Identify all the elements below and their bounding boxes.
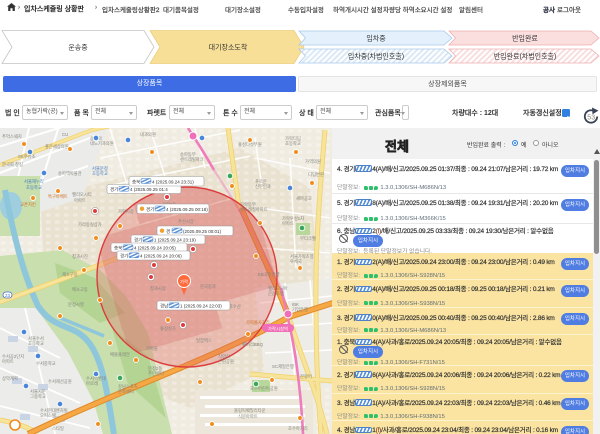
svg-text:초등학교: 초등학교 [92, 170, 108, 177]
svg-text:훼미리BBQ: 훼미리BBQ [242, 341, 264, 348]
svg-text:대기장소도착: 대기장소도착 [209, 43, 248, 52]
svg-text:수서중학교: 수서중학교 [36, 360, 56, 367]
svg-text:스타일: 스타일 [52, 425, 64, 432]
svg-text:헬리오시티: 헬리오시티 [72, 191, 92, 198]
svg-text:주민센터: 주민센터 [148, 370, 164, 377]
svg-text:4 (2025.09.24 23:31): 4 (2025.09.24 23:31) [152, 180, 194, 185]
svg-text:그용학교: 그용학교 [30, 393, 46, 400]
svg-text:홍정싱가: 홍정싱가 [160, 325, 176, 332]
svg-text:교촌치킨: 교촌치킨 [20, 201, 36, 208]
svg-text:CU: CU [62, 132, 68, 137]
svg-text:경기: 경기 [120, 253, 128, 260]
svg-text:매소고동: 매소고동 [72, 286, 88, 293]
svg-text:가라동실상가: 가라동실상가 [78, 221, 102, 228]
svg-text:4 (2025.09.25 01:4: 4 (2025.09.25 01:4 [130, 187, 168, 192]
svg-text:신무인과: 신무인과 [255, 183, 271, 190]
svg-text:1 (2025.09.24 23:19): 1 (2025.09.24 23:19) [154, 238, 196, 243]
svg-text:경기: 경기 [146, 206, 154, 213]
svg-text:네노기과의원: 네노기과의원 [90, 140, 114, 147]
svg-text:오피스텔: 오피스텔 [40, 412, 56, 419]
svg-text:곤운호텔: 곤운호텔 [268, 290, 284, 296]
svg-text:SC제일은행: SC제일은행 [272, 363, 294, 370]
svg-text:송파책박물관: 송파책박물관 [58, 170, 82, 177]
svg-text:상악계획: 상악계획 [2, 375, 18, 382]
svg-text:가락: 가락 [180, 279, 188, 286]
svg-text:서울해누리: 서울해누리 [24, 178, 44, 185]
svg-text:아파트: 아파트 [2, 358, 14, 365]
svg-text:KB국민은행: KB국민은행 [258, 271, 280, 278]
svg-text:23: 23 [5, 293, 11, 298]
svg-text:경: 경 [166, 228, 170, 234]
svg-text:초수아거리: 초수아거리 [288, 425, 308, 432]
svg-text:세마공고: 세마공고 [296, 195, 312, 202]
svg-text:충북: 충북 [114, 245, 122, 252]
svg-text:가락몰: 가락몰 [146, 345, 158, 352]
svg-text:경기: 경기 [134, 237, 142, 244]
svg-text:충북: 충북 [132, 179, 140, 186]
svg-text:문화센터: 문화센터 [118, 388, 134, 395]
svg-text:4 (2025.09.24 20:05): 4 (2025.09.24 20:05) [134, 246, 176, 251]
svg-text:부티크웰: 부티크웰 [300, 235, 316, 242]
svg-text:4 (2025.09.25 00:18): 4 (2025.09.25 00:18) [166, 207, 208, 212]
svg-text:센트레빌파크: 센트레빌파크 [180, 156, 204, 163]
svg-text:기업은행: 기업은행 [292, 306, 308, 313]
svg-text:가락시장역: 가락시장역 [268, 326, 288, 333]
svg-text:청과시진: 청과시진 [72, 253, 88, 260]
svg-text:좋은세상의원: 좋은세상의원 [45, 143, 69, 150]
svg-text:추억스쉐지: 추억스쉐지 [2, 133, 22, 140]
svg-text:경남: 경남 [160, 303, 168, 309]
svg-text:근린공원: 근린공원 [218, 358, 234, 364]
svg-text:입차중: 입차중 [366, 34, 386, 43]
svg-text:반입완료: 반입완료 [512, 34, 538, 43]
svg-text:주산시장: 주산시장 [178, 218, 194, 225]
svg-text:내과의원: 내과의원 [140, 131, 156, 138]
svg-text:잔왕어: 잔왕어 [300, 373, 312, 380]
svg-text:운송중: 운송중 [68, 44, 88, 52]
svg-text:문정시영: 문정시영 [68, 301, 84, 307]
svg-text:배몰클레전: 배몰클레전 [110, 351, 130, 358]
svg-text:특구바베트: 특구바베트 [48, 193, 68, 200]
svg-text:경기: 경기 [110, 186, 118, 193]
svg-text:입차중(차법인호출): 입차중(차법인호출) [348, 52, 404, 61]
svg-text:아파트: 아파트 [282, 220, 294, 227]
svg-text:4 (2025.09.24 20:06): 4 (2025.09.24 20:06) [140, 254, 182, 259]
svg-text:아로레: 아로레 [86, 380, 98, 387]
svg-text:초등학교: 초등학교 [285, 140, 301, 147]
svg-text:센트레질아파트: 센트레질아파트 [240, 206, 268, 213]
svg-text:수서제선공원: 수서제선공원 [48, 378, 72, 385]
svg-text:초등학교: 초등학교 [28, 340, 44, 347]
svg-text:한국청과: 한국청과 [200, 283, 216, 290]
svg-text:아파트: 아파트 [74, 197, 86, 204]
svg-text:제소구동: 제소구동 [62, 271, 78, 278]
svg-text:디딤변원: 디딤변원 [308, 171, 324, 178]
svg-text:(2025.09.25 00:01): (2025.09.25 00:01) [183, 229, 222, 234]
svg-text:초등학교: 초등학교 [26, 184, 42, 191]
svg-text:가역의원: 가역의원 [305, 158, 321, 165]
svg-text:1 (2025.09.24 22:03): 1 (2025.09.24 22:03) [180, 304, 222, 309]
svg-text:올림픽훼밀리타운: 올림픽훼밀리타운 [234, 407, 266, 414]
svg-text:식문아파트: 식문아파트 [238, 413, 258, 420]
svg-text:청과시장: 청과시장 [150, 285, 166, 292]
svg-text:가락시장: 가락시장 [118, 208, 134, 215]
svg-text:우체국: 우체국 [290, 258, 302, 265]
svg-text:53: 53 [587, 115, 595, 122]
svg-text:딜잡맥스: 딜잡맥스 [196, 337, 212, 344]
svg-text:반입완료(차법인호출): 반입완료(차법인호출) [494, 52, 557, 61]
svg-text:한국회 창길: 한국회 창길 [2, 161, 23, 168]
